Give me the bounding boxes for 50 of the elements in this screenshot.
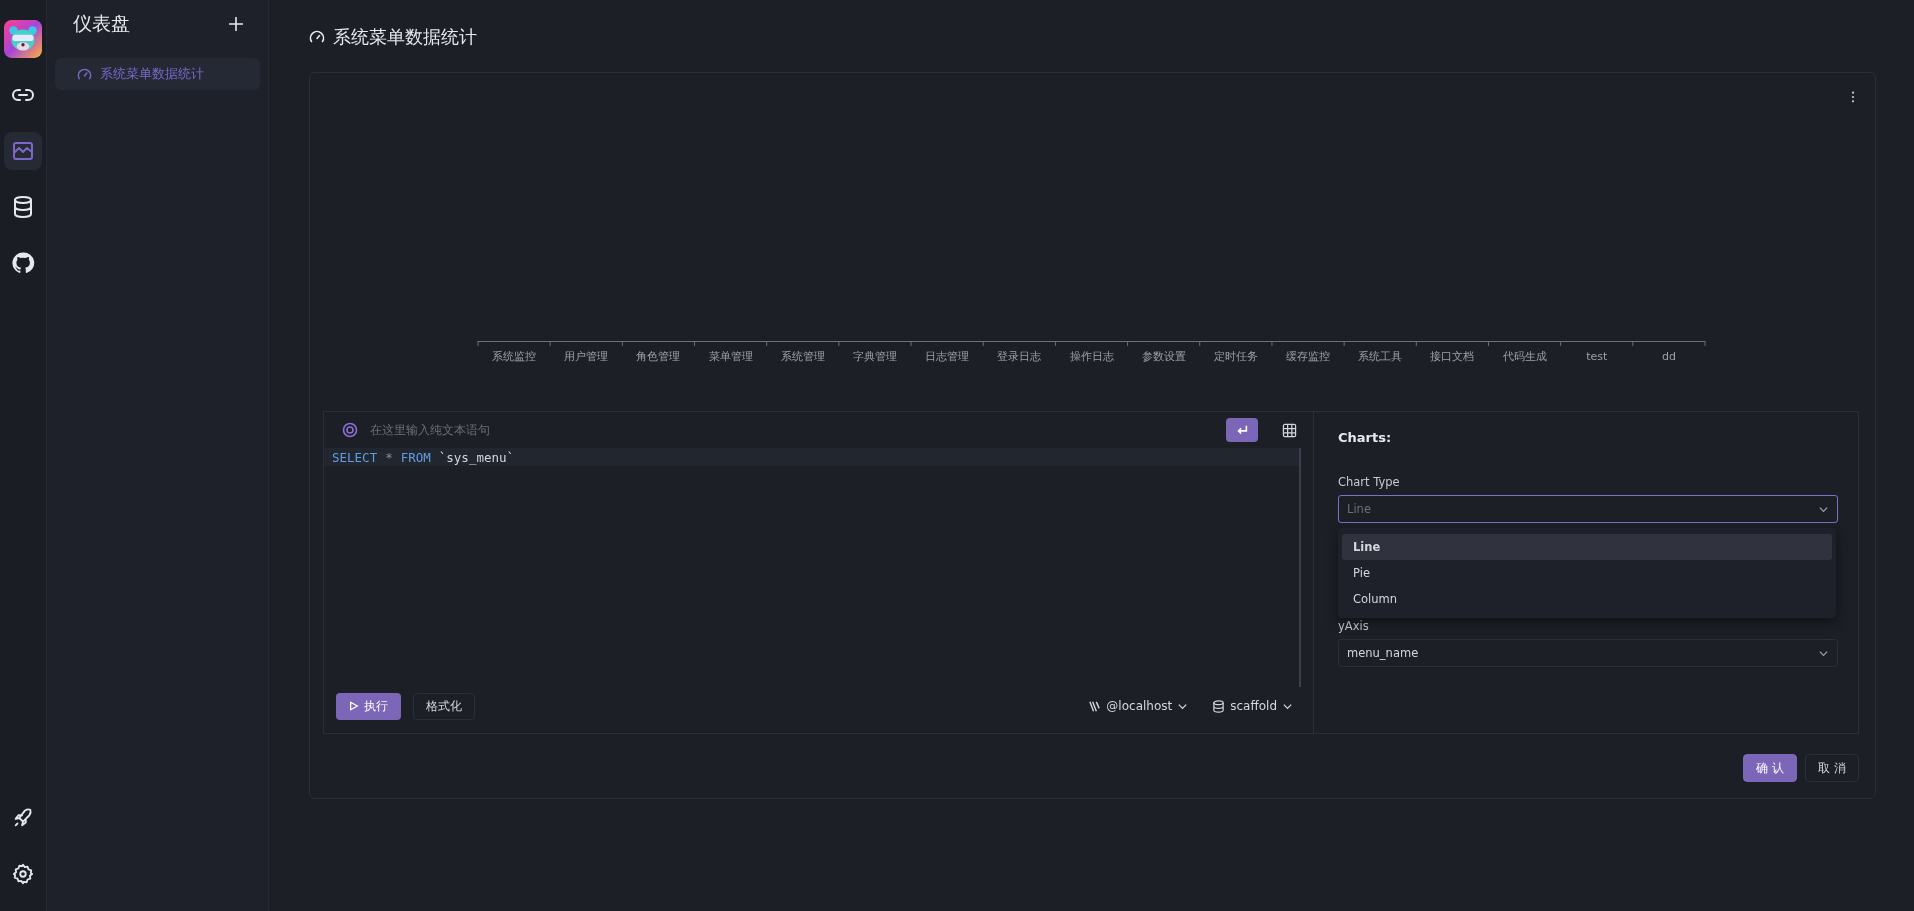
axis-label: 代码生成	[1502, 350, 1547, 363]
axis-label: 系统监控	[491, 350, 536, 363]
play-icon	[349, 701, 359, 711]
enter-icon	[1235, 423, 1249, 437]
axis-label: 参数设置	[1141, 350, 1186, 363]
database-icon[interactable]	[11, 195, 35, 219]
database-select[interactable]: scaffold	[1206, 698, 1299, 714]
axis-label: 字典管理	[852, 350, 897, 363]
connection-select[interactable]: @localhost	[1082, 698, 1195, 714]
sidebar-title: 仪表盘	[73, 11, 130, 36]
table-icon[interactable]	[1282, 422, 1297, 438]
chart-icon[interactable]	[11, 139, 35, 163]
cancel-button[interactable]: 取 消	[1805, 754, 1859, 782]
axis-label: 定时任务	[1213, 350, 1258, 363]
section-title: Charts:	[1338, 430, 1393, 445]
confirm-button[interactable]: 确 认	[1743, 754, 1798, 782]
axis-label: 系统管理	[780, 350, 825, 363]
rocket-icon[interactable]	[12, 807, 34, 829]
bear-logo-icon[interactable]	[4, 20, 42, 58]
dropdown-option[interactable]: Line	[1342, 534, 1832, 560]
field-label: yAxis	[1338, 619, 1369, 633]
page-title: 系统菜单数据统计	[333, 25, 477, 49]
axis-label: 用户管理	[563, 350, 608, 363]
more-icon[interactable]	[1851, 91, 1855, 103]
axis-label: dd	[1661, 350, 1676, 363]
field-label: Chart Type	[1338, 475, 1400, 489]
y-axis-select[interactable]: menu_name	[1338, 639, 1838, 667]
axis-label: 登录日志	[996, 350, 1041, 363]
gauge-icon	[77, 66, 92, 82]
database-icon	[1212, 699, 1226, 713]
format-button[interactable]: 格式化	[413, 692, 475, 720]
axis-label: 接口文档	[1429, 350, 1474, 363]
axis-label: 角色管理	[635, 350, 680, 363]
axis-label: test	[1585, 350, 1607, 363]
axis-label: 缓存监控	[1285, 350, 1330, 363]
gauge-icon	[309, 29, 325, 45]
enter-button[interactable]	[1226, 418, 1258, 442]
axis-label: 系统工具	[1357, 350, 1402, 363]
axis-label: 日志管理	[924, 350, 969, 363]
dropdown-option[interactable]: Pie	[1342, 560, 1832, 586]
run-button[interactable]: 执行	[336, 692, 401, 720]
github-icon[interactable]	[11, 251, 35, 275]
sql-editor[interactable]: SELECT * FROM `sys_menu`	[324, 448, 1301, 687]
dropdown-option[interactable]: Column	[1342, 586, 1832, 612]
settings-icon[interactable]	[12, 863, 34, 885]
axis-label: 操作日志	[1069, 350, 1113, 363]
plus-icon[interactable]	[228, 16, 244, 32]
axis-label: 菜单管理	[708, 350, 753, 363]
text-prompt-field[interactable]: 在这里输入纯文本语句	[368, 422, 1216, 438]
ring-icon[interactable]	[342, 422, 358, 438]
